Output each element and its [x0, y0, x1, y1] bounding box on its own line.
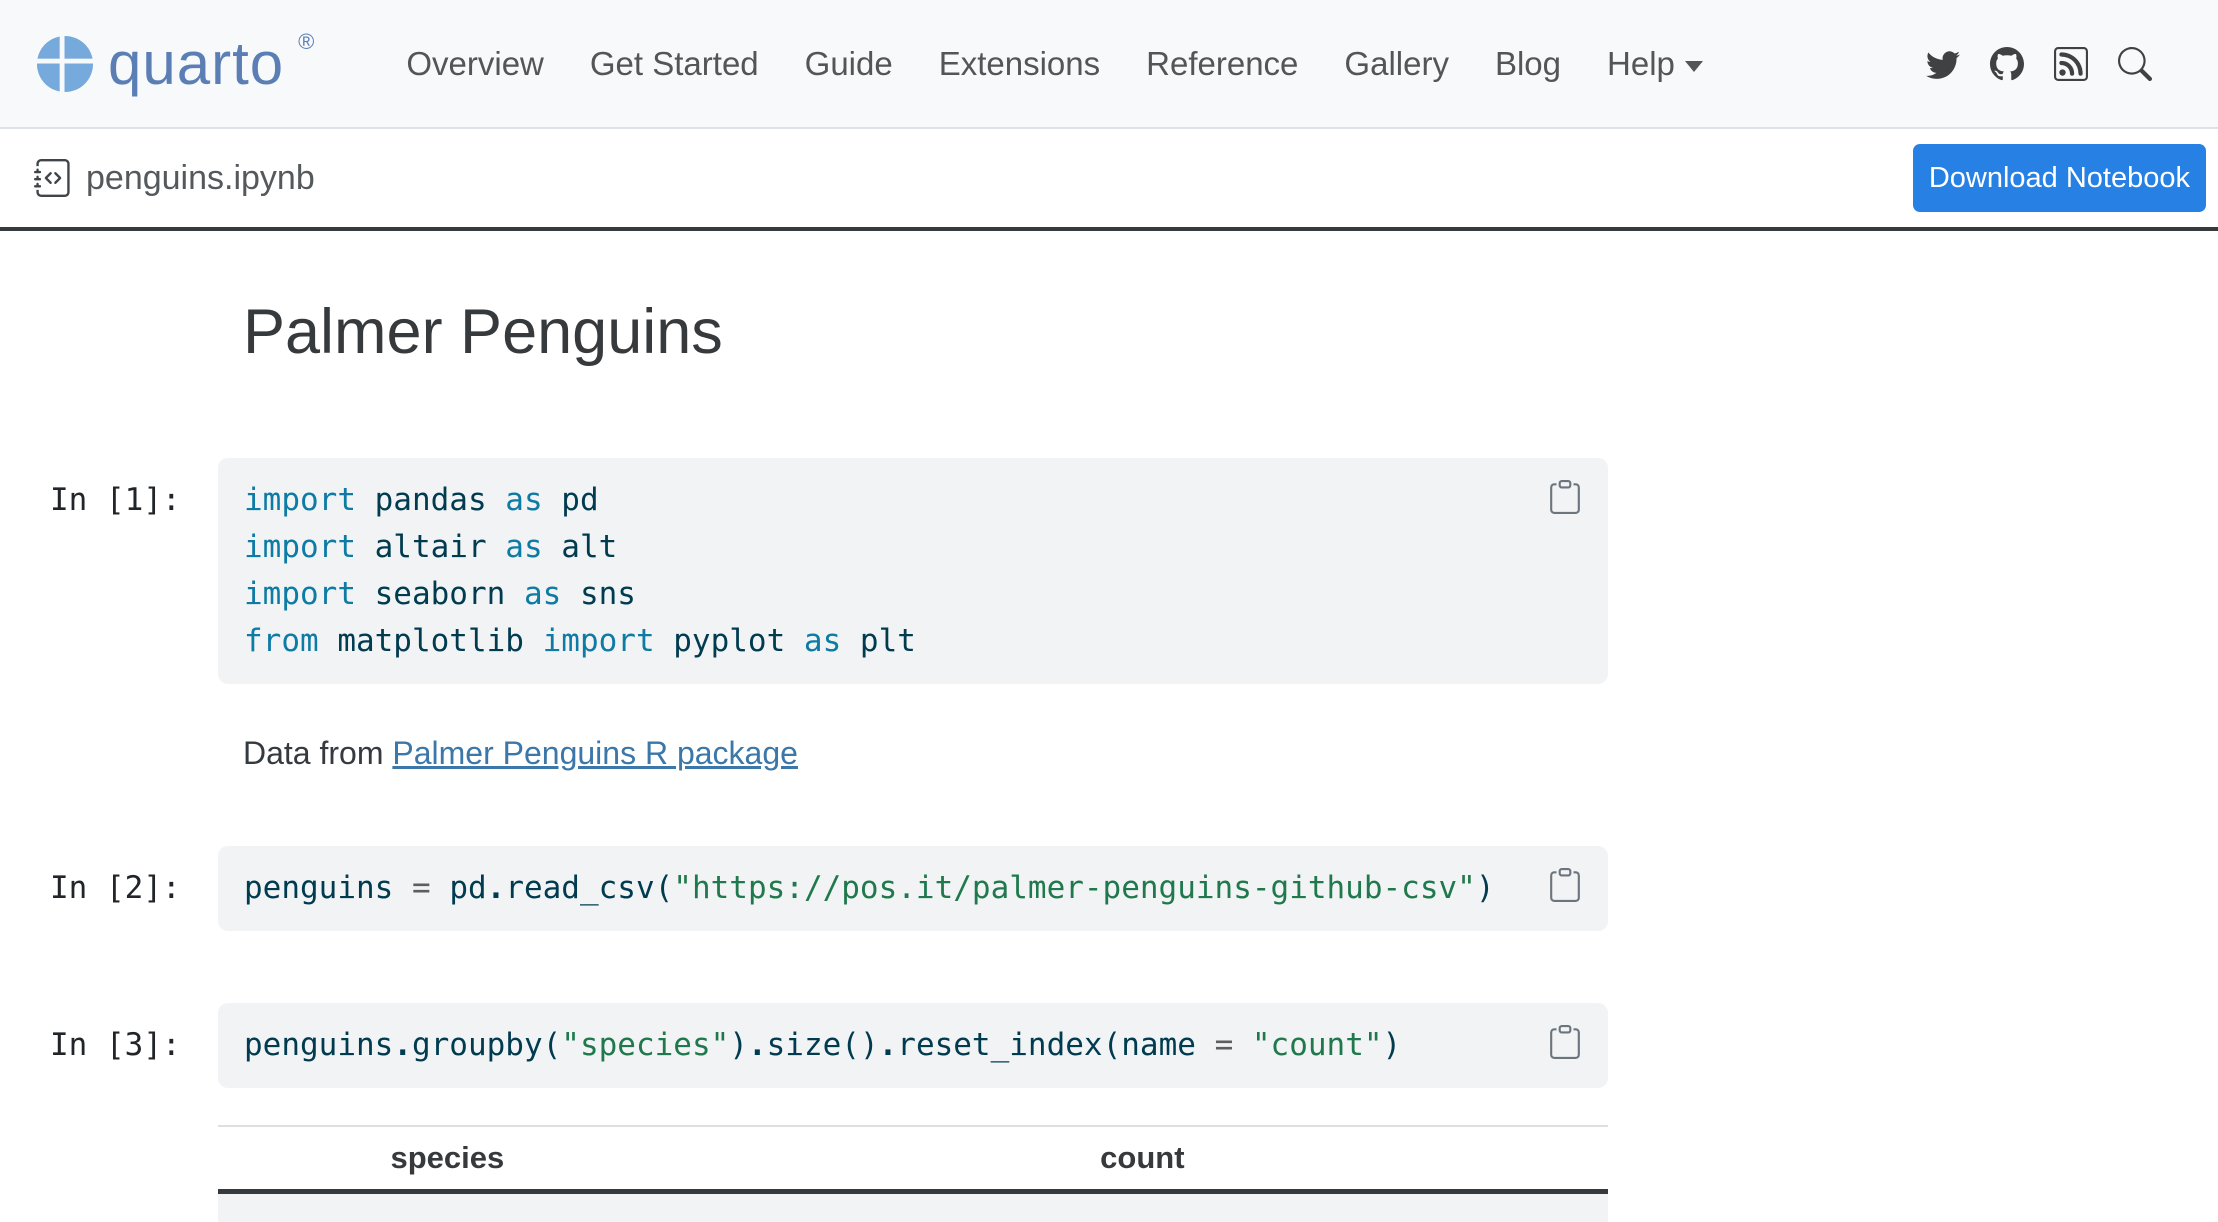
- code-content: penguins = pd.read_csv("https://pos.it/p…: [244, 865, 1582, 912]
- code-block: penguins = pd.read_csv("https://pos.it/p…: [218, 846, 1608, 931]
- cell-execution-label: In [3]:: [50, 1003, 185, 1069]
- notebook-cells: In [1]: import pandas as pdimport altair…: [0, 458, 2218, 1088]
- brand-wordmark: quarto: [108, 34, 284, 94]
- twitter-icon[interactable]: [1926, 47, 1960, 81]
- table-header-count: count: [677, 1126, 1608, 1192]
- data-source-paragraph: Data from Palmer Penguins R package: [243, 730, 2218, 777]
- cell-execution-label: In [2]:: [50, 846, 185, 912]
- table-row: [218, 1192, 1608, 1222]
- nav-item-blog[interactable]: Blog: [1495, 45, 1561, 83]
- article-main: Palmer Penguins In [1]: import pandas as…: [0, 296, 2218, 1222]
- notebook-cell: In [1]: import pandas as pdimport altair…: [50, 458, 2218, 684]
- notebook-toolbar: penguins.ipynb Download Notebook: [0, 129, 2218, 231]
- nav-item-help[interactable]: Help: [1607, 45, 1703, 83]
- paragraph-text: Data from: [243, 735, 392, 771]
- registered-trademark: ®: [298, 29, 314, 55]
- notebook-file: penguins.ipynb: [34, 159, 315, 198]
- nav-item-extensions[interactable]: Extensions: [939, 45, 1100, 83]
- search-icon[interactable]: [2118, 47, 2152, 81]
- table-header-species: species: [218, 1126, 677, 1192]
- copy-code-button[interactable]: [1548, 478, 1582, 516]
- notebook-cell: In [2]: penguins = pd.read_csv("https://…: [50, 846, 2218, 931]
- code-block: penguins.groupby("species").size().reset…: [218, 1003, 1608, 1088]
- nav-menu: Overview Get Started Guide Extensions Refere…: [406, 45, 1703, 83]
- code-content: import pandas as pdimport altair as alti…: [244, 477, 1582, 665]
- github-icon[interactable]: [1990, 47, 2024, 81]
- chevron-down-icon: [1685, 61, 1703, 72]
- nav-icon-links: [1926, 47, 2152, 81]
- quarto-logo-icon: [36, 35, 94, 93]
- palmer-penguins-link[interactable]: Palmer Penguins R package: [392, 735, 798, 771]
- nav-item-get-started[interactable]: Get Started: [590, 45, 759, 83]
- notebook-cell: In [3]: penguins.groupby("species").size…: [50, 1003, 2218, 1088]
- nav-item-gallery[interactable]: Gallery: [1344, 45, 1449, 83]
- rss-icon[interactable]: [2054, 47, 2088, 81]
- download-notebook-button[interactable]: Download Notebook: [1913, 144, 2206, 212]
- nav-item-guide[interactable]: Guide: [805, 45, 893, 83]
- code-block: import pandas as pdimport altair as alti…: [218, 458, 1608, 684]
- copy-code-button[interactable]: [1548, 1023, 1582, 1061]
- top-navbar: quarto ® Overview Get Started Guide Extensi…: [0, 0, 2218, 129]
- copy-code-button[interactable]: [1548, 866, 1582, 904]
- notebook-filename: penguins.ipynb: [86, 159, 315, 198]
- code-content: penguins.groupby("species").size().reset…: [244, 1022, 1582, 1069]
- output-table: species count: [218, 1125, 1608, 1222]
- nav-item-reference[interactable]: Reference: [1146, 45, 1298, 83]
- cell-execution-label: In [1]:: [50, 458, 185, 524]
- page-title: Palmer Penguins: [243, 296, 2218, 368]
- quarto-logo[interactable]: quarto ®: [36, 34, 314, 94]
- table-header-row: species count: [218, 1126, 1608, 1192]
- journal-code-icon: [34, 159, 72, 197]
- nav-item-overview[interactable]: Overview: [406, 45, 544, 83]
